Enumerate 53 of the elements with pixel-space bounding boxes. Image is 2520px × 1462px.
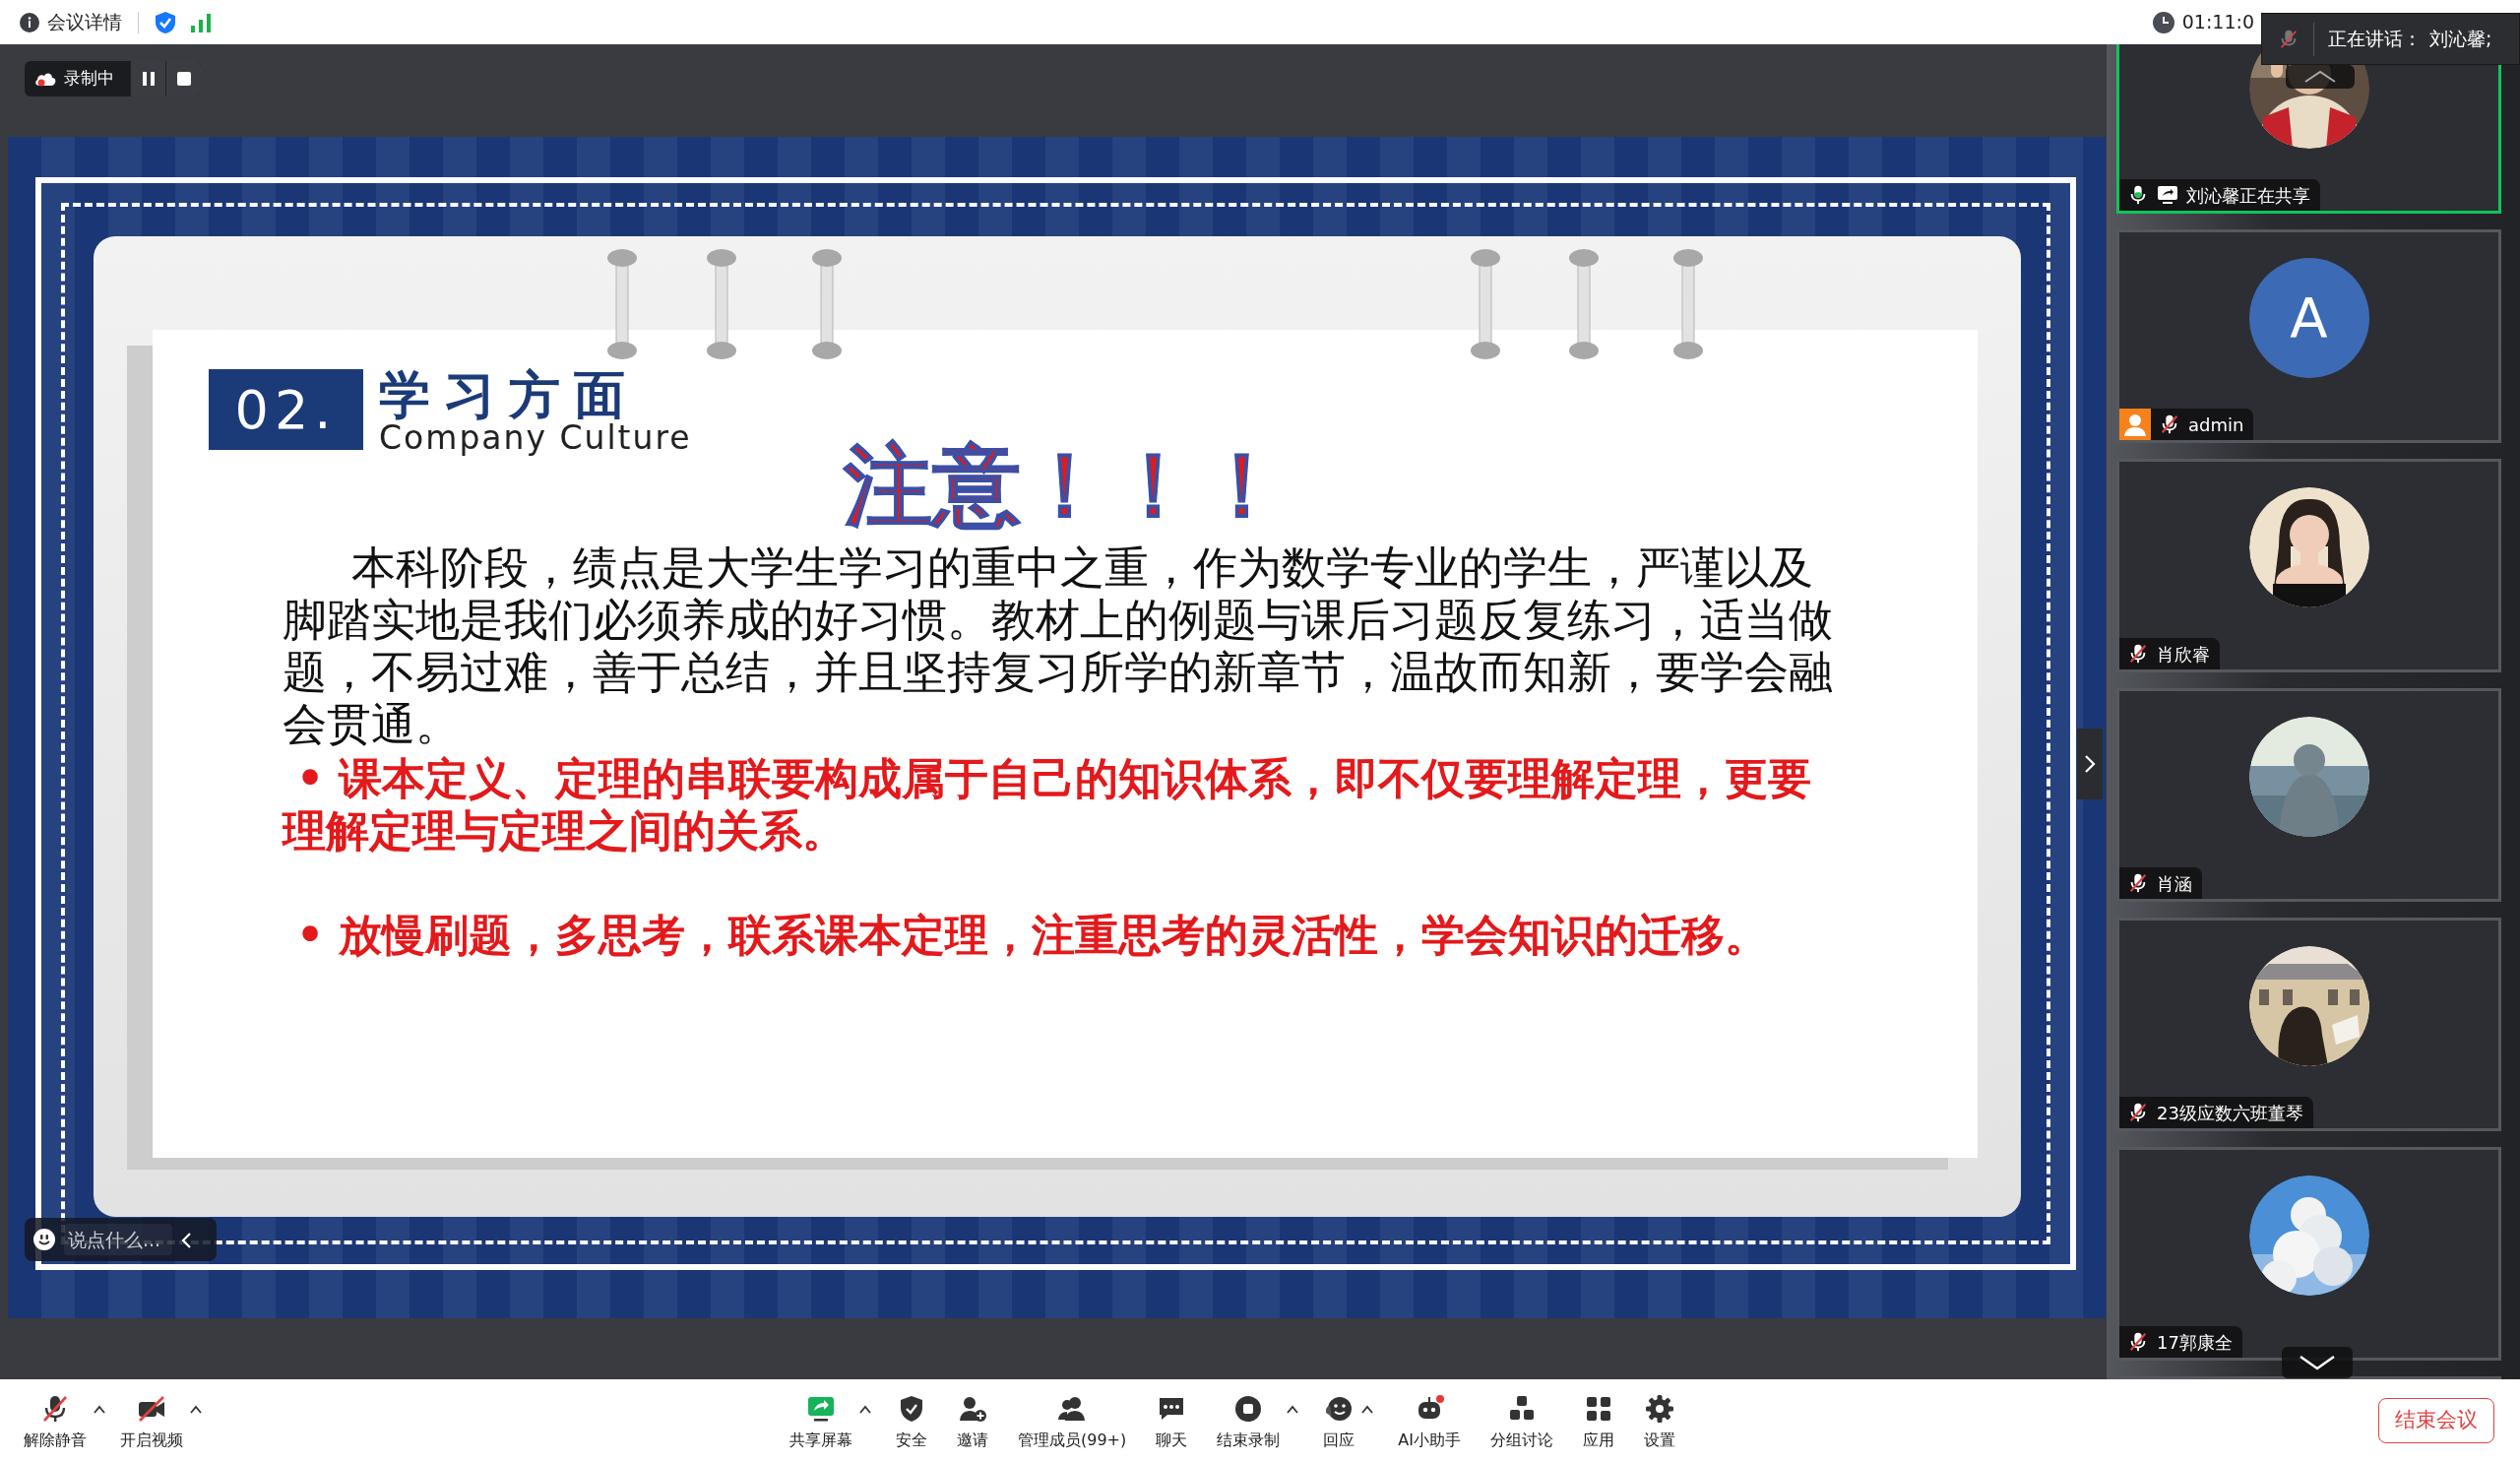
signal-icon <box>190 12 212 32</box>
participant-tile[interactable]: A admin <box>2116 229 2501 443</box>
scroll-up-button[interactable] <box>2286 65 2355 89</box>
toolbar-button[interactable]: 开启视频 <box>114 1389 189 1452</box>
settings-icon <box>1643 1393 1675 1425</box>
toolbar-button[interactable]: AI小助手 <box>1392 1389 1467 1452</box>
scroll-down-button[interactable] <box>2282 1347 2353 1378</box>
sidebar-toggle-button[interactable] <box>2077 729 2103 799</box>
elapsed-time: 01:11:0 <box>2181 10 2254 35</box>
avatar-initial: A <box>2248 258 2369 378</box>
stop-icon <box>175 71 192 87</box>
participant-tile[interactable]: 17郭康全 <box>2116 1147 2501 1361</box>
participant-name: 17郭康全 <box>2157 1330 2233 1355</box>
slide-number: 02. <box>209 369 363 450</box>
participant-name: 23级应数六班董琴 <box>2157 1101 2303 1125</box>
toolbar-button[interactable]: 安全 <box>890 1389 933 1452</box>
toolbar-button[interactable]: 回应 <box>1317 1389 1361 1452</box>
participant-tile[interactable]: 23级应数六班董琴 <box>2116 918 2501 1131</box>
chevron-down-icon <box>2299 1355 2336 1370</box>
chevron-up-icon <box>2303 70 2337 84</box>
toolbar-button[interactable]: 分组讨论 <box>1483 1389 1559 1452</box>
bullet-text: • 放慢刷题，多思考，联系课本定理，注重思考的灵活性，学会知识的迁移。 <box>295 909 1770 962</box>
toolbar-button[interactable]: 设置 <box>1637 1389 1681 1452</box>
meeting-details-link[interactable]: 会议详情 <box>47 8 122 36</box>
toolbar-button[interactable]: 聊天 <box>1150 1389 1194 1452</box>
toolbar-button[interactable]: 共享屏幕 <box>784 1389 858 1452</box>
toolbar-button[interactable]: 邀请 <box>951 1389 994 1452</box>
info-icon <box>20 12 39 32</box>
shield-icon <box>155 10 176 34</box>
toolbar-button[interactable]: 应用 <box>1576 1389 1620 1452</box>
bullet-text: • 课本定义、定理的串联要构成属于自己的知识体系，即不仅要理解定理，更要理解定理与定理之间的关系。 <box>283 752 1813 858</box>
pause-icon <box>141 71 156 87</box>
slide-paragraph: 本科阶段，绩点是大学生学习的重中之重，作为数学专业的学生，严谨以及脚踏实地是我们必须养成的好习惯。教材上的例题与课后习题反复练习，适当做题，不易过难，善于总结，并且坚持复习所学的新章节，温故而知新，要学会融会贯通。 <box>283 541 1834 751</box>
participant-tile[interactable]: 肖欣睿 <box>2116 459 2501 672</box>
chevron-right-icon <box>2084 754 2096 774</box>
toolbar-button[interactable]: 结束录制 <box>1211 1389 1287 1452</box>
participant-name: 肖欣睿 <box>2157 642 2210 667</box>
slide-subtitle: Company Culture <box>379 420 692 457</box>
participant-name: 肖涵 <box>2157 871 2192 896</box>
participant-name: admin <box>2188 413 2244 437</box>
clock-icon <box>2152 11 2174 33</box>
toolbar-button[interactable]: 管理成员(99+) <box>1012 1389 1133 1452</box>
cloud-icon <box>34 71 56 87</box>
muted-mic-icon <box>2278 28 2300 50</box>
recording-label: 录制中 <box>64 67 114 91</box>
toolbar-button[interactable]: 解除静音 <box>18 1389 93 1452</box>
participant-name: 刘沁馨正在共享 <box>2186 183 2310 208</box>
smiley-icon <box>32 1228 56 1251</box>
chevron-left-icon <box>180 1231 192 1249</box>
participant-tile[interactable]: 肖涵 <box>2116 688 2501 902</box>
slide-heading: 注意！！！ <box>844 436 1287 535</box>
slide-title: 学习方面 <box>379 369 639 420</box>
end-meeting-button[interactable]: 结束会议 <box>2378 1398 2494 1443</box>
